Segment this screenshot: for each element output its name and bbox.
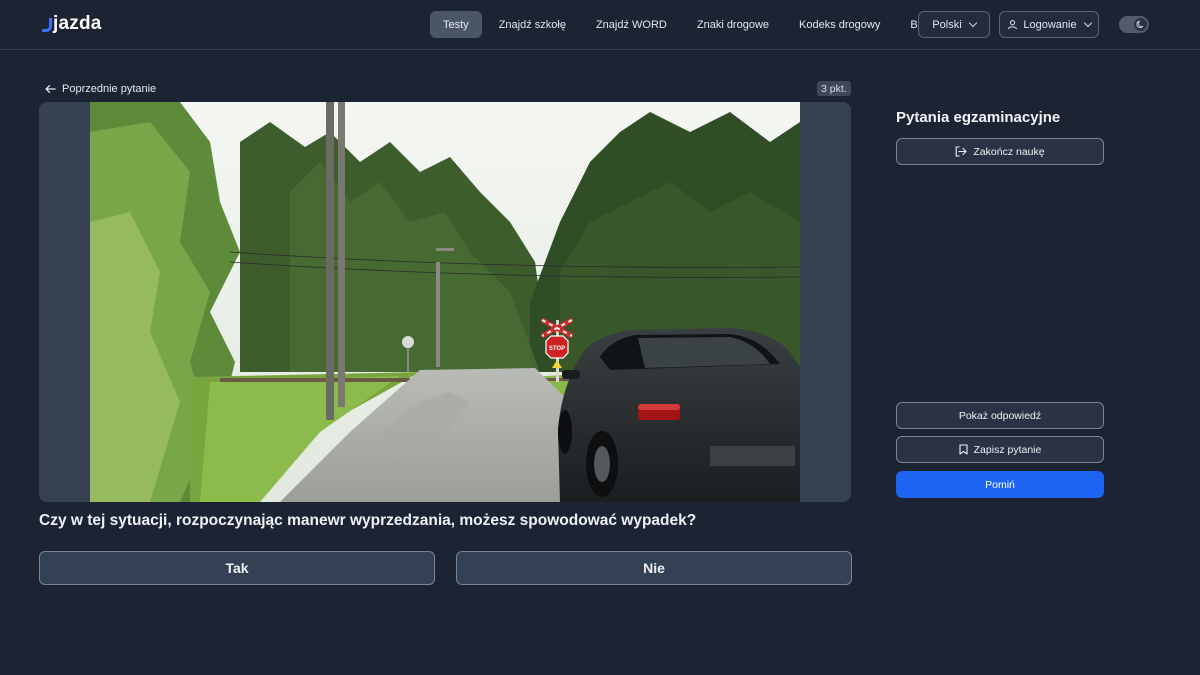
logo-mark-icon xyxy=(42,18,52,32)
points-badge: 3 pkt. xyxy=(817,81,851,96)
save-question-button[interactable]: Zapisz pytanie xyxy=(896,436,1104,463)
brand-name: jazda xyxy=(53,13,102,34)
nav-item-find-word[interactable]: Znajdź WORD xyxy=(583,11,680,38)
stop-sign-text: STOP xyxy=(549,346,565,352)
toggle-knob xyxy=(1134,18,1147,31)
question-photo: STOP xyxy=(90,102,800,502)
save-question-label: Zapisz pytanie xyxy=(973,443,1042,456)
language-dropdown[interactable]: Polski xyxy=(918,11,990,38)
previous-question-label: Poprzednie pytanie xyxy=(62,83,157,95)
answer-no-button[interactable]: Nie xyxy=(456,551,852,585)
chevron-down-icon xyxy=(1083,18,1092,27)
finish-learning-button[interactable]: Zakończ naukę xyxy=(896,138,1104,165)
skip-label: Pomiń xyxy=(985,478,1015,491)
question-image-frame: STOP xyxy=(39,102,851,502)
chevron-down-icon xyxy=(968,18,977,27)
top-header: jazda Testy Znajdź szkołę Znajdź WORD Zn… xyxy=(0,0,1200,50)
theme-toggle[interactable] xyxy=(1119,16,1149,33)
language-label: Polski xyxy=(932,18,962,31)
arrow-left-icon xyxy=(45,84,56,94)
login-label: Logowanie xyxy=(1023,18,1077,31)
sidebar-title: Pytania egzaminacyjne xyxy=(896,109,1061,126)
answer-yes-button[interactable]: Tak xyxy=(39,551,435,585)
login-dropdown[interactable]: Logowanie xyxy=(999,11,1099,38)
previous-question-link[interactable]: Poprzednie pytanie xyxy=(45,81,156,97)
bookmark-icon xyxy=(959,444,968,455)
nav-item-find-school[interactable]: Znajdź szkołę xyxy=(486,11,579,38)
log-out-icon xyxy=(956,146,967,157)
user-icon xyxy=(1008,20,1018,30)
question-text: Czy w tej sytuacji, rozpoczynając manewr… xyxy=(39,512,697,529)
show-answer-button[interactable]: Pokaż odpowiedź xyxy=(896,402,1104,429)
nav-item-traffic-code[interactable]: Kodeks drogowy xyxy=(786,11,893,38)
skip-button[interactable]: Pomiń xyxy=(896,471,1104,498)
show-answer-label: Pokaż odpowiedź xyxy=(958,409,1042,422)
nav-item-tests[interactable]: Testy xyxy=(430,11,482,38)
moon-icon xyxy=(1136,20,1144,28)
brand-logo[interactable]: jazda xyxy=(42,11,102,37)
nav-item-road-signs[interactable]: Znaki drogowe xyxy=(684,11,782,38)
finish-learning-label: Zakończ naukę xyxy=(973,145,1045,158)
main-nav: Testy Znajdź szkołę Znajdź WORD Znaki dr… xyxy=(430,11,949,38)
